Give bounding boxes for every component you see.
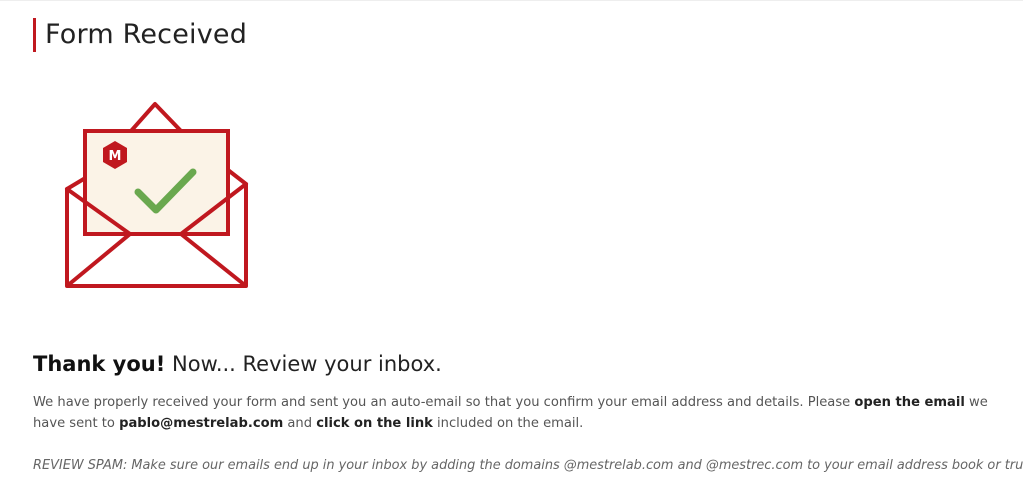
- message-click-link: click on the link: [316, 416, 433, 431]
- message-part-1: We have properly received your form and …: [33, 395, 855, 410]
- heading-thank-you: Thank you!: [33, 352, 166, 376]
- confirmation-heading: Thank you! Now... Review your inbox.: [33, 350, 442, 378]
- heading-review-inbox: Now... Review your inbox.: [172, 352, 442, 376]
- message-email-address: pablo@mestrelab.com: [119, 416, 284, 431]
- message-open-email: open the email: [854, 395, 965, 410]
- svg-text:M: M: [109, 149, 122, 164]
- top-divider: [0, 0, 1023, 1]
- confirmation-message: We have properly received your form and …: [33, 392, 1018, 434]
- message-part-4: included on the email.: [432, 416, 584, 431]
- spam-note: REVIEW SPAM: Make sure our emails end up…: [33, 458, 1023, 473]
- message-part-3: and: [283, 416, 317, 431]
- page-header: Form Received: [33, 17, 247, 53]
- title-accent-bar: [33, 18, 36, 52]
- envelope-check-icon: M: [60, 98, 252, 291]
- page-title: Form Received: [45, 19, 248, 50]
